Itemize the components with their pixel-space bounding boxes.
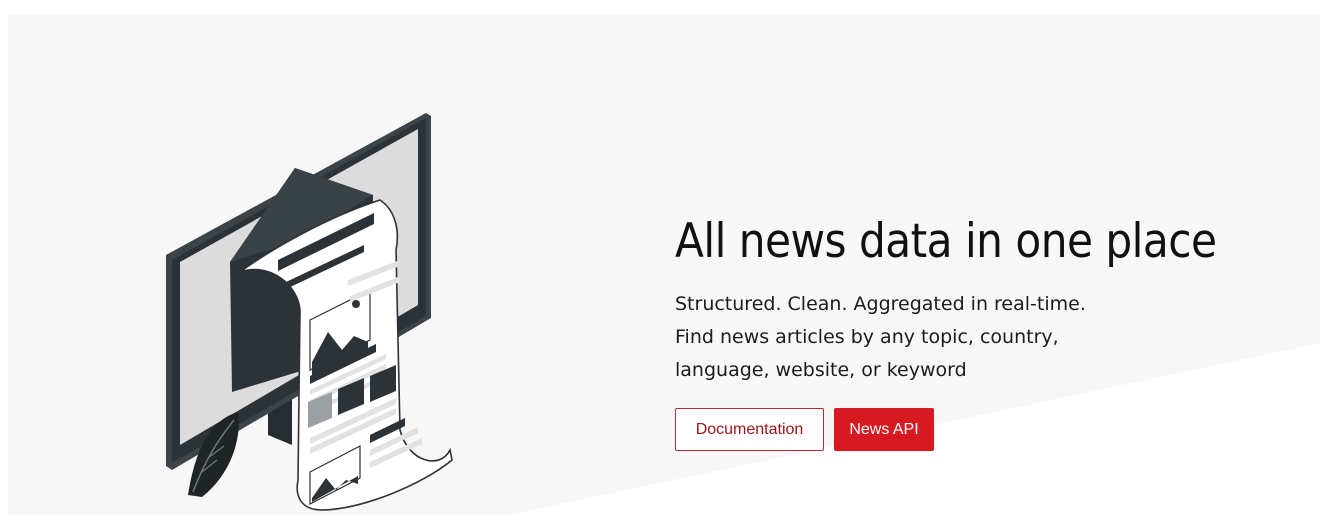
news-api-button[interactable]: News API (834, 408, 934, 451)
hero-lead-line: Structured. Clean. Aggregated in real-ti… (675, 293, 1086, 315)
hero-actions: Documentation News API (675, 408, 1295, 451)
monitor-newspaper-icon (150, 100, 470, 515)
hero-section: All news data in one place Structured. C… (0, 0, 1320, 515)
hero-lead-line: Find news articles by any topic, country… (675, 326, 1059, 348)
hero-lead: Structured. Clean. Aggregated in real-ti… (675, 288, 1295, 387)
hero-text: All news data in one place Structured. C… (675, 214, 1295, 451)
hero-lead-line: language, website, or keyword (675, 359, 967, 381)
hero-headline: All news data in one place (675, 214, 1217, 269)
documentation-button[interactable]: Documentation (675, 408, 824, 451)
